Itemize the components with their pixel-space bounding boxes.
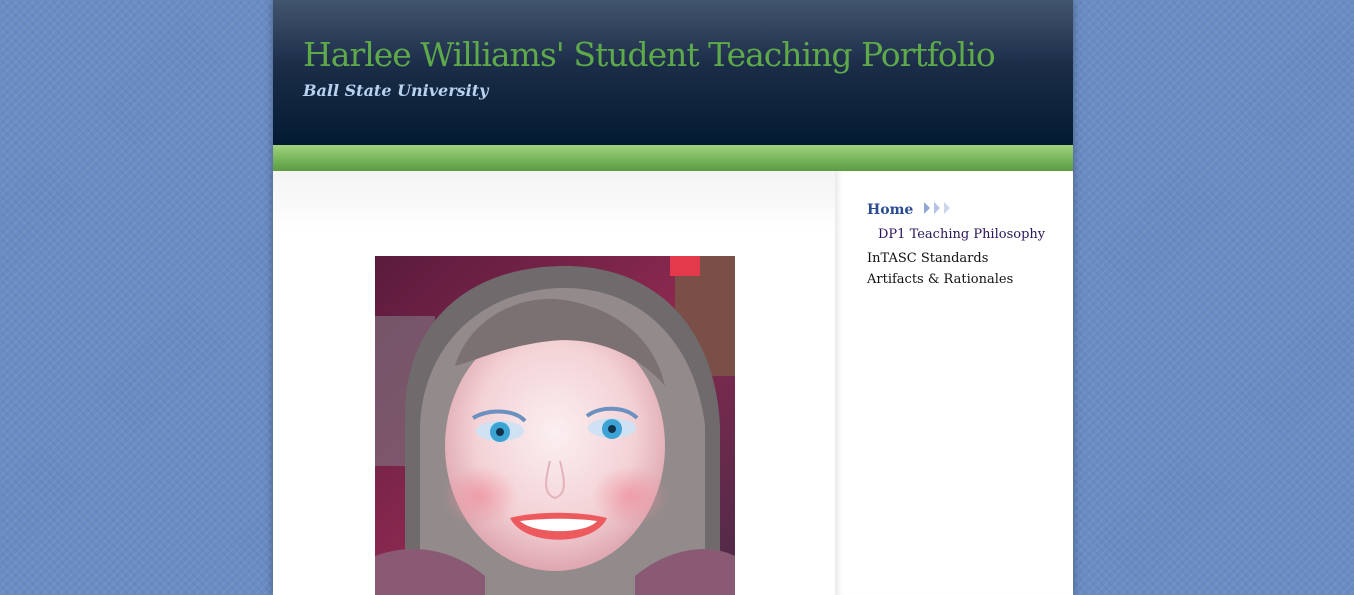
nav-item-artifacts-rationales[interactable]: Artifacts & Rationales xyxy=(867,269,1045,290)
main-content xyxy=(273,171,835,595)
nav-item-home-label: Home xyxy=(867,202,914,218)
current-page-arrows-icon xyxy=(924,201,954,219)
site-subtitle: Ball State University xyxy=(303,81,489,100)
site-header: Harlee Williams' Student Teaching Portfo… xyxy=(273,0,1073,145)
site-title[interactable]: Harlee Williams' Student Teaching Portfo… xyxy=(303,35,996,74)
page-container: Harlee Williams' Student Teaching Portfo… xyxy=(273,0,1073,595)
nav-item-intasc-standards[interactable]: InTASC Standards xyxy=(867,248,1045,269)
nav-item-home[interactable]: Home xyxy=(867,201,1045,219)
portrait-image xyxy=(375,256,735,595)
site-navigation: Home DP1 Teaching Philosophy InTASC Stan… xyxy=(867,201,1045,290)
nav-item-dp1-teaching-philosophy[interactable]: DP1 Teaching Philosophy xyxy=(867,224,1045,245)
portrait-photo xyxy=(375,256,735,595)
header-accent-bar xyxy=(273,145,1073,171)
sidebar: Home DP1 Teaching Philosophy InTASC Stan… xyxy=(835,171,1073,595)
